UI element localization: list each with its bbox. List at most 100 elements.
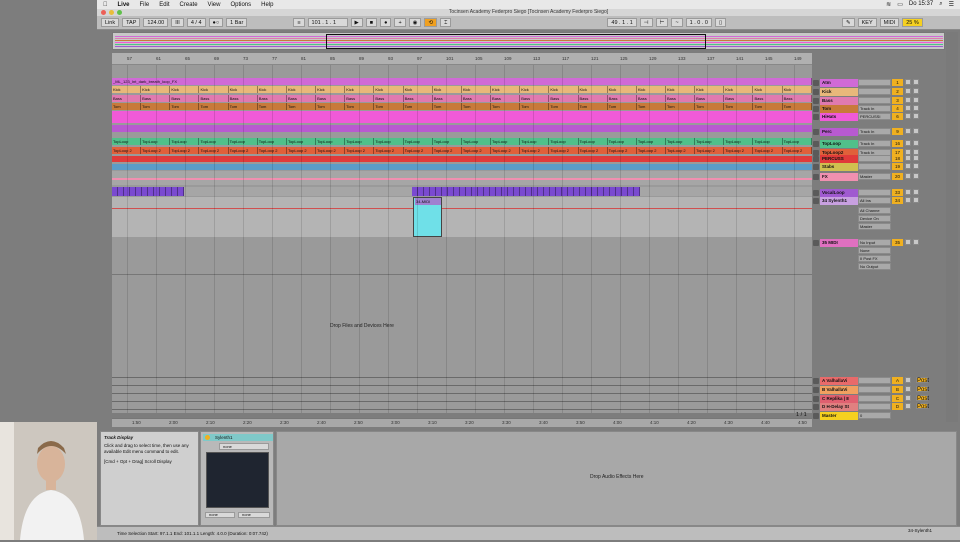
solo-button[interactable] (905, 105, 911, 111)
track-routing[interactable] (858, 155, 891, 162)
clip[interactable]: Tom (403, 103, 433, 110)
clip[interactable]: TopLoop (724, 138, 754, 145)
solo-button[interactable] (905, 173, 911, 179)
io-select[interactable]: No Output (858, 263, 891, 270)
track-name[interactable]: TopLoop (820, 140, 858, 148)
return-routing[interactable] (858, 377, 891, 384)
track-name[interactable]: Stabs (820, 163, 858, 171)
clip[interactable]: Tom (695, 103, 725, 110)
solo-button[interactable] (905, 197, 911, 203)
clip[interactable]: TopLoop (636, 138, 666, 145)
track-play-icon[interactable] (813, 387, 819, 393)
track-number[interactable]: 18 (892, 155, 903, 162)
mixer-track[interactable]: Tom Track In 4 (812, 105, 945, 113)
return-letter[interactable]: B (892, 386, 903, 393)
device-power-icon[interactable] (205, 435, 210, 440)
punch-in-icon[interactable]: ⊣ (639, 18, 653, 27)
clip[interactable]: Kick (549, 86, 579, 93)
mixer-track[interactable]: HiHats PERCUSSI 6 (812, 113, 945, 121)
return-name[interactable]: C Replika | 8 (820, 395, 858, 403)
overdub-button[interactable]: + (394, 18, 406, 27)
punch-out-icon[interactable]: ⊢ (655, 18, 669, 27)
clip[interactable]: TopLoop (607, 138, 637, 145)
search-icon[interactable]: ⌕ (939, 1, 942, 8)
solo-button[interactable] (905, 239, 911, 245)
nudge-buttons[interactable]: III (171, 18, 184, 27)
clip[interactable]: Bass (432, 95, 462, 102)
clip[interactable]: Bass (636, 95, 666, 102)
track-routing[interactable]: Master (858, 173, 891, 180)
menu-file[interactable]: File (140, 2, 150, 8)
arrangement-overview[interactable] (112, 32, 945, 50)
track-number[interactable]: 2 (892, 88, 903, 95)
track-name[interactable]: 34 Sylenth1 (820, 197, 858, 205)
clip[interactable]: Kick (578, 86, 608, 93)
clip[interactable]: TopLoop 2 (636, 147, 666, 154)
draw-mode-icon[interactable]: ~ (671, 18, 683, 27)
arrangement-position[interactable]: 101 . 1 . 1 (307, 18, 348, 27)
return-name[interactable]: B ValhallaVi (820, 386, 858, 394)
track-routing[interactable] (858, 97, 891, 104)
clip[interactable]: Kick (607, 86, 637, 93)
track-play-icon[interactable] (813, 174, 819, 180)
time-axis[interactable]: 1:50 2:00 2:10 2:20 2:30 2:40 2:50 3:00 3:10 3:20… (112, 418, 812, 427)
clip[interactable]: Kick (636, 86, 666, 93)
arm-button[interactable] (913, 163, 919, 169)
device-midi-out-select[interactable]: none (238, 512, 270, 518)
track-routing[interactable] (858, 189, 891, 196)
track-routing[interactable]: All Ins (858, 197, 891, 204)
clip[interactable]: TopLoop (461, 138, 492, 145)
loop-jump-icon[interactable]: ▯ (714, 18, 726, 27)
solo-button[interactable] (905, 155, 911, 161)
clip[interactable]: Bass (461, 95, 492, 102)
master-value[interactable]: 0 (858, 412, 891, 419)
clip[interactable]: Bass (607, 95, 637, 102)
clip[interactable]: TopLoop 2 (461, 147, 492, 154)
clip[interactable]: Kick (782, 86, 812, 93)
track-routing[interactable] (858, 88, 891, 95)
track-play-icon[interactable] (813, 378, 819, 384)
solo-button[interactable] (905, 395, 911, 401)
solo-button[interactable] (905, 386, 911, 392)
track-play-icon[interactable] (813, 114, 819, 120)
vertical-scrollbar[interactable] (946, 32, 958, 422)
wifi-icon[interactable]: ≋ (886, 1, 891, 8)
arm-button[interactable] (913, 88, 919, 94)
clip[interactable]: Tom (607, 103, 637, 110)
mixer-track[interactable]: Kick 2 (812, 88, 945, 96)
clip[interactable]: Kick (753, 86, 783, 93)
track-play-icon[interactable] (813, 156, 819, 162)
arm-button[interactable] (913, 128, 919, 134)
menu-live[interactable]: Live (118, 2, 130, 8)
clock[interactable]: Do 15:37 (909, 1, 933, 8)
track-routing[interactable]: Track In (858, 128, 891, 135)
track-play-icon[interactable] (813, 80, 819, 86)
clip[interactable]: TopLoop 2 (665, 147, 696, 154)
clip[interactable]: Tom (724, 103, 754, 110)
battery-icon[interactable]: ▭ (897, 1, 903, 8)
arm-button[interactable] (913, 155, 919, 161)
io-select[interactable]: None (858, 247, 891, 254)
menu-view[interactable]: View (208, 2, 221, 8)
solo-button[interactable] (905, 163, 911, 169)
clip[interactable]: TopLoop (695, 138, 725, 145)
clip[interactable]: Kick (724, 86, 754, 93)
solo-button[interactable] (905, 88, 911, 94)
midi-map-button[interactable]: MIDI (879, 18, 900, 27)
io-select[interactable]: Device On (858, 215, 891, 222)
tempo-field[interactable]: 124.00 (143, 18, 169, 27)
track-number[interactable]: 35 (892, 239, 903, 246)
track-routing[interactable] (858, 79, 891, 86)
clip[interactable]: Tom (520, 103, 550, 110)
clip[interactable]: TopLoop 2 (520, 147, 550, 154)
track-routing[interactable]: Track In (858, 105, 891, 112)
master-name[interactable]: Master (820, 412, 858, 420)
mixer-track[interactable]: FX Master 20 (812, 173, 945, 181)
track-name[interactable]: VocalLoop (820, 189, 858, 197)
clip[interactable]: TopLoop (665, 138, 696, 145)
clip[interactable]: Bass (695, 95, 725, 102)
mixer-track[interactable]: Stabs 19 (812, 163, 945, 171)
clip[interactable]: TopLoop 2 (403, 147, 433, 154)
track-number[interactable]: 6 (892, 113, 903, 120)
mixer-track[interactable]: 35 MIDI No Input 35 (812, 239, 945, 247)
